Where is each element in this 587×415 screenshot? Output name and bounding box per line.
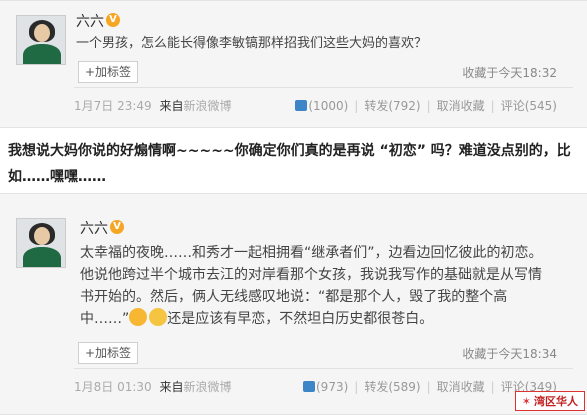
collection-time: 收藏于今天18:34 — [462, 347, 557, 361]
add-tag-button[interactable]: +加标签 — [78, 61, 139, 83]
unfavorite-button[interactable]: 取消收藏 — [437, 378, 485, 395]
avatar[interactable] — [16, 218, 66, 268]
post-content: 太幸福的夜晚……和秀才一起相拥看“继承者们”，边看边回忆彼此的初恋。他说他跨过半… — [80, 242, 550, 330]
weibo-post-1: 六六 V 一个男孩，怎么能长得像李敏镐那样招我们这些大妈的喜欢？ +加标签 收藏… — [0, 0, 587, 128]
like-button[interactable]: (973) — [303, 380, 348, 394]
collection-time: 收藏于今天18:32 — [462, 66, 557, 80]
shocked-emoji-icon — [129, 308, 148, 326]
username[interactable]: 六六 — [80, 218, 108, 238]
source-prefix: 来自 — [159, 99, 184, 113]
star-icon: ✶ — [521, 395, 531, 408]
source-link[interactable]: 新浪微博 — [184, 99, 232, 113]
unfavorite-button[interactable]: 取消收藏 — [437, 97, 485, 114]
watermark-text: 湾区华人 — [534, 395, 578, 408]
verified-badge-icon: V — [106, 13, 120, 27]
weibo-post-2: 六六 V 太幸福的夜晚……和秀才一起相拥看“继承者们”，边看边回忆彼此的初恋。他… — [0, 193, 587, 415]
watermark: ✶ 湾区华人 — [514, 391, 585, 411]
divider — [74, 87, 573, 88]
like-count: (1000) — [308, 99, 349, 113]
post-meta: 1月7日 23:49 来自新浪微博 — [74, 97, 232, 114]
divider — [74, 368, 573, 369]
source-link[interactable]: 新浪微博 — [184, 380, 232, 394]
comment-button[interactable]: 评论(545) — [501, 97, 557, 114]
post-date[interactable]: 1月8日 01:30 — [74, 380, 152, 394]
post-content: 一个男孩，怎么能长得像李敏镐那样招我们这些大妈的喜欢？ — [76, 36, 428, 51]
like-count: (973) — [316, 380, 349, 394]
post-meta: 1月8日 01:30 来自新浪微博 — [74, 378, 232, 395]
thumbs-up-icon — [303, 381, 315, 392]
username[interactable]: 六六 — [76, 11, 104, 31]
post-content-tail: 还是应该有早恋，不然坦白历史都很苍白。 — [167, 311, 434, 327]
source-prefix: 来自 — [159, 380, 184, 394]
verified-badge-icon: V — [110, 220, 124, 234]
add-tag-button[interactable]: +加标签 — [78, 342, 139, 364]
avatar[interactable] — [16, 15, 66, 65]
repost-button[interactable]: 转发(792) — [364, 97, 420, 114]
post-actions: (1000) | 转发(792) | 取消收藏 | 评论(545) — [295, 97, 557, 114]
blush-emoji-icon — [149, 308, 168, 326]
thumbs-up-icon — [295, 100, 308, 111]
user-comment-text: 我想说大妈你说的好煽情啊~~~~~你确定你们真的是再说 “初恋” 吗？难道没点别… — [8, 143, 571, 185]
post-date[interactable]: 1月7日 23:49 — [74, 99, 152, 113]
repost-button[interactable]: 转发(589) — [364, 378, 420, 395]
like-button[interactable]: (1000) — [295, 99, 348, 113]
